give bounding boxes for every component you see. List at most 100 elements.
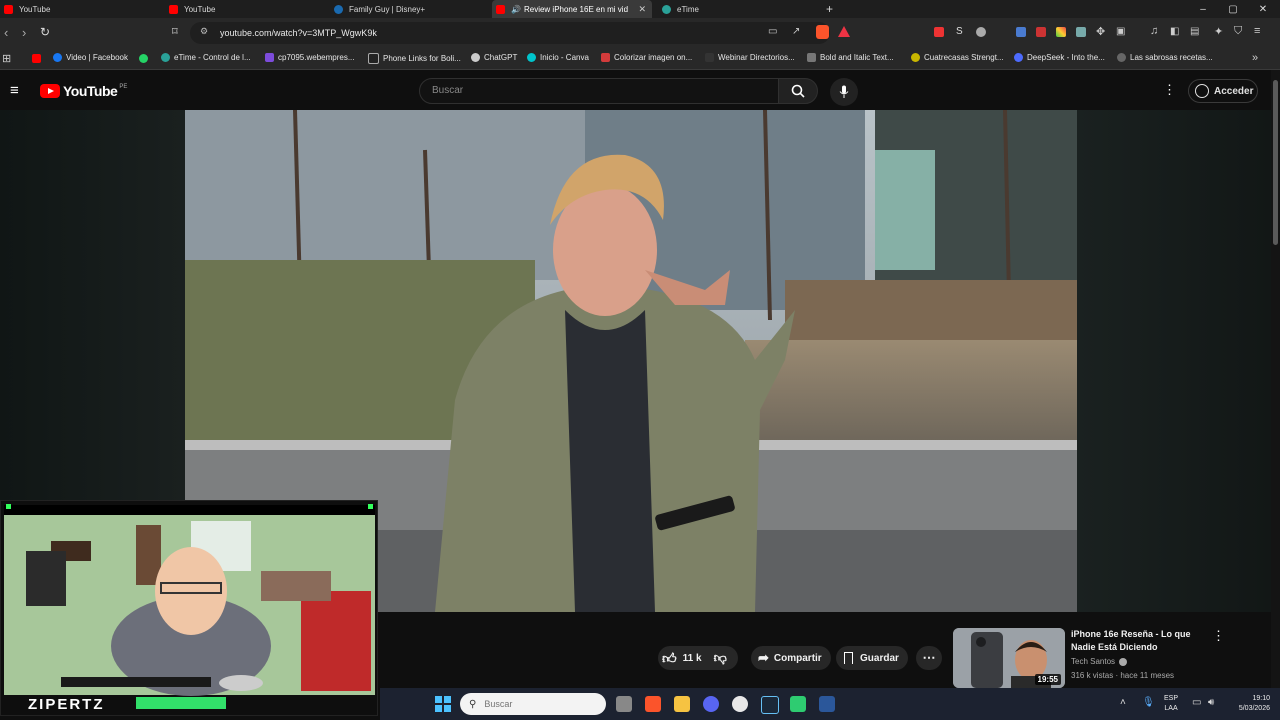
youtube-logo[interactable]: YouTube PE bbox=[40, 83, 127, 99]
bookmark-item[interactable]: Phone Links for Boli... bbox=[368, 53, 461, 64]
tab-active-review[interactable]: 🔊 Review iPhone 16E en mi vid ✕ bbox=[492, 0, 652, 18]
cast-icon[interactable]: ▭ bbox=[768, 26, 777, 37]
bookmark-item[interactable]: Las sabrosas recetas... bbox=[1117, 53, 1213, 62]
voice-search-button[interactable] bbox=[830, 78, 858, 106]
tab-youtube-1[interactable]: YouTube bbox=[0, 0, 160, 18]
recommended-thumbnail[interactable]: 19:55 bbox=[953, 628, 1065, 688]
cartoon-webcam-image bbox=[1, 501, 377, 715]
bookmark-item[interactable]: Webinar Directorios... bbox=[705, 53, 795, 62]
language-indicator[interactable]: ESP LAA bbox=[1164, 694, 1178, 714]
vpn-icon[interactable]: ⛉ bbox=[1234, 25, 1242, 38]
new-tab-button[interactable]: + bbox=[822, 0, 842, 18]
video-duration: 19:55 bbox=[1034, 674, 1061, 685]
etime-icon bbox=[161, 53, 170, 62]
tab-etime[interactable]: eTime bbox=[658, 0, 818, 18]
save-button[interactable]: Guardar bbox=[836, 646, 908, 670]
dislike-icon[interactable]: 👎︎ bbox=[714, 650, 727, 666]
address-bar[interactable]: ⚙ youtube.com/watch?v=3MTP_WgwK9k bbox=[190, 22, 830, 44]
menu-icon[interactable]: ≡ bbox=[1254, 25, 1260, 37]
bookmark-item[interactable]: Inicio - Canva bbox=[527, 53, 589, 62]
tab-label: YouTube bbox=[184, 4, 216, 14]
tab-label: Review iPhone 16E en mi vid bbox=[523, 4, 629, 14]
sidebar-icon[interactable]: ▣ bbox=[1116, 26, 1125, 37]
windows-start-icon[interactable] bbox=[435, 696, 451, 712]
tab-youtube-2[interactable]: YouTube bbox=[165, 0, 325, 18]
apps-grid-icon[interactable]: ⊞ bbox=[2, 52, 11, 65]
like-icon[interactable]: 👍︎ bbox=[662, 650, 677, 667]
back-icon[interactable]: ‹ bbox=[4, 25, 8, 40]
share-icon[interactable]: ↗ bbox=[792, 26, 800, 37]
brave-shield-icon[interactable] bbox=[816, 25, 829, 39]
more-bookmarks-icon[interactable]: » bbox=[1252, 52, 1258, 64]
whatsapp-icon[interactable] bbox=[139, 54, 148, 63]
extension-icon[interactable] bbox=[1036, 27, 1046, 37]
reload-icon[interactable]: ↻ bbox=[40, 25, 50, 39]
minimize-button[interactable]: – bbox=[1188, 0, 1218, 18]
canva-icon bbox=[527, 53, 536, 62]
sign-in-button[interactable]: Acceder bbox=[1188, 79, 1258, 103]
file-explorer-icon[interactable] bbox=[674, 696, 690, 712]
tab-disney[interactable]: Family Guy | Disney+ bbox=[330, 0, 490, 18]
bookmark-item[interactable]: Colorizar imagen on... bbox=[601, 53, 692, 62]
close-tab-icon[interactable]: ✕ bbox=[638, 4, 646, 15]
bookmarks-bar: ⊞ Video | Facebook eTime - Control de l.… bbox=[0, 48, 1280, 70]
discord-icon[interactable] bbox=[703, 696, 719, 712]
hamburger-menu-icon[interactable]: ≡ bbox=[10, 82, 19, 99]
wallet-icon[interactable]: ▤ bbox=[1190, 26, 1199, 37]
recommended-channel[interactable]: Tech Santos bbox=[1071, 657, 1128, 666]
bookmark-item[interactable]: cp7095.webempres... bbox=[265, 53, 355, 62]
taskbar-search-input[interactable] bbox=[482, 698, 587, 710]
leo-ai-icon[interactable]: ✦ bbox=[1214, 25, 1223, 38]
bookmark-item[interactable]: eTime - Control de l... bbox=[161, 53, 251, 62]
volume-icon[interactable]: 🔊︎ bbox=[1208, 697, 1214, 708]
search-button[interactable] bbox=[778, 78, 818, 104]
taskbar-search[interactable]: ⚲ bbox=[460, 693, 606, 715]
youtube-play-icon bbox=[40, 84, 60, 98]
bookmark-item[interactable]: ChatGPT bbox=[471, 53, 517, 62]
close-window-button[interactable]: ✕ bbox=[1248, 0, 1278, 18]
youtube-bookmark-icon[interactable] bbox=[32, 54, 41, 63]
tray-chevron-icon[interactable]: ˄ bbox=[1120, 697, 1126, 708]
bookmark-item[interactable]: Video | Facebook bbox=[53, 53, 128, 62]
music-icon[interactable]: ♫ bbox=[1150, 25, 1158, 37]
task-view-icon[interactable] bbox=[616, 696, 632, 712]
extension-icon[interactable] bbox=[934, 27, 944, 37]
recommended-title[interactable]: iPhone 16e Reseña - Lo que Nadie Está Di… bbox=[1071, 628, 1211, 654]
maximize-button[interactable]: ▢ bbox=[1218, 0, 1248, 18]
bookmark-item[interactable]: Cuatrecasas Strengt... bbox=[911, 53, 1004, 62]
puzzle-icon[interactable]: ✥ bbox=[1096, 25, 1105, 38]
network-icon[interactable]: ▭ bbox=[1192, 697, 1201, 708]
extension-icon[interactable] bbox=[1076, 27, 1086, 37]
recommended-more-icon[interactable]: ⋮ bbox=[1212, 628, 1225, 644]
camera-icon[interactable] bbox=[976, 27, 986, 37]
scrollbar-thumb[interactable] bbox=[1273, 80, 1278, 245]
bookmark-item[interactable]: Bold and Italic Text... bbox=[807, 53, 894, 62]
forward-icon[interactable]: › bbox=[22, 25, 26, 40]
microphone-tray-icon[interactable]: 🎙︎ bbox=[1142, 697, 1155, 708]
brave-browser-icon[interactable] bbox=[645, 696, 661, 712]
search-input[interactable] bbox=[430, 84, 754, 97]
more-actions-button[interactable]: ⋯ bbox=[916, 646, 942, 670]
chrome-icon[interactable] bbox=[732, 696, 748, 712]
bookmark-item[interactable]: DeepSeek - Into the... bbox=[1014, 53, 1105, 62]
app-icon[interactable] bbox=[790, 696, 806, 712]
rewards-icon[interactable] bbox=[838, 26, 850, 37]
system-clock[interactable]: 19:10 5/03/2026 bbox=[1226, 694, 1270, 714]
word-icon[interactable] bbox=[819, 696, 835, 712]
search-box bbox=[419, 78, 779, 104]
bookmark-icon[interactable]: ⌑ bbox=[172, 25, 178, 38]
steam-icon[interactable] bbox=[761, 696, 779, 714]
more-options-icon[interactable]: ⋮ bbox=[1163, 82, 1176, 98]
translate-icon[interactable] bbox=[1016, 27, 1026, 37]
deepseek-icon bbox=[1014, 53, 1023, 62]
search-icon bbox=[791, 84, 805, 98]
site-info-icon[interactable]: ⚙ bbox=[200, 26, 208, 37]
extension-s-icon[interactable]: S bbox=[956, 26, 963, 37]
panel-icon[interactable]: ◧ bbox=[1170, 26, 1179, 37]
color-picker-icon[interactable] bbox=[1056, 27, 1066, 37]
share-button[interactable]: ➦ Compartir bbox=[751, 646, 831, 670]
like-count[interactable]: 11 k bbox=[683, 653, 702, 664]
speaker-icon: 🔊 bbox=[511, 4, 521, 14]
page-scrollbar[interactable] bbox=[1271, 70, 1280, 688]
site-icon bbox=[265, 53, 274, 62]
